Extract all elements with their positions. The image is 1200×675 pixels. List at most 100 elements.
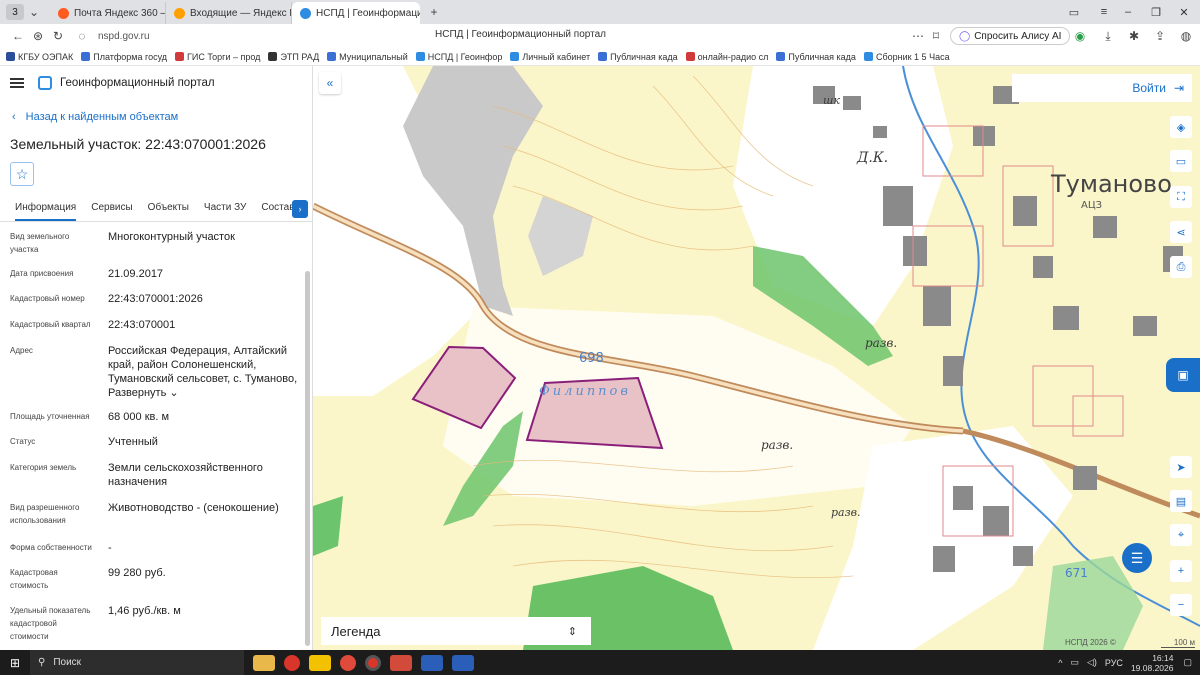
basemap-button[interactable]: ▤ — [1170, 490, 1192, 512]
word-icon[interactable] — [421, 654, 443, 671]
print-button[interactable]: ⎙ — [1170, 256, 1192, 278]
media-icon[interactable] — [390, 654, 412, 671]
download-icon[interactable]: ⤓ — [1098, 29, 1118, 44]
bookmark-item[interactable]: Публичная када — [776, 52, 856, 62]
select-area-button[interactable]: ⛶ — [1170, 186, 1192, 208]
bookmark-item[interactable]: онлайн-радио сл — [685, 52, 768, 62]
clock-time: 16:14 — [1152, 652, 1174, 663]
bookmark-item[interactable]: Муниципальный — [327, 52, 408, 62]
forest-area — [313, 496, 343, 556]
property-value: 22:43:070001 — [108, 319, 176, 331]
tab-services[interactable]: Сервисы — [91, 198, 132, 221]
tab-information[interactable]: Информация — [15, 198, 77, 221]
bookmark-item[interactable]: ЭТП РАД — [268, 52, 319, 62]
windows-start-icon[interactable]: ⊞ — [0, 650, 30, 675]
ask-alice-button[interactable]: ◯ Спросить Алису AI — [950, 27, 1071, 45]
back-to-results-link[interactable]: ‹ Назад к найденным объектам — [12, 111, 178, 123]
bookmark-item[interactable]: КГБУ ОЭПАК — [6, 52, 73, 62]
tabs-next-button[interactable]: › — [292, 200, 308, 218]
bookmark-label: Публичная када — [610, 51, 678, 62]
tab-composition[interactable]: Состав — [261, 198, 294, 221]
network-icon[interactable]: ▭ — [1070, 657, 1079, 668]
layers-button[interactable]: ◈ — [1170, 116, 1192, 138]
ruler-button[interactable]: ▭ — [1170, 150, 1192, 172]
chat-assistant-button[interactable]: ☰ — [1122, 543, 1152, 573]
map-view[interactable]: Туманово АЦЗ Д.К. шк 698 Филиппов разв. … — [313, 66, 1200, 650]
ruler-icon: ▭ — [1175, 155, 1187, 168]
side-panel-button[interactable]: ▣ — [1166, 358, 1200, 392]
bookmark-ribbon-icon[interactable]: ▭ — [1060, 0, 1088, 24]
add-favorite-button[interactable]: ☆ — [10, 162, 34, 186]
protect-icon[interactable]: ◌ — [72, 29, 92, 43]
bookmark-item[interactable]: Личный кабинет — [510, 52, 590, 62]
share-map-button[interactable]: ⋖ — [1170, 221, 1192, 243]
share-icon[interactable]: ⇪ — [1150, 29, 1170, 43]
new-tab-plus-icon[interactable]: + — [424, 5, 444, 19]
taskbar-search[interactable]: ⚲ Поиск — [30, 650, 244, 675]
reload-icon[interactable]: ↻ — [48, 29, 68, 43]
bookmark-label: Платформа госуд — [93, 51, 168, 62]
app-icon[interactable] — [309, 654, 331, 671]
zoom-in-button[interactable]: + — [1170, 560, 1192, 582]
login-button[interactable]: Войти ⇥ — [1012, 74, 1192, 102]
yandex-browser-icon[interactable] — [284, 654, 300, 671]
locate-button[interactable]: ➤ — [1170, 456, 1192, 478]
file-explorer-icon[interactable] — [253, 654, 275, 671]
bookmark-item[interactable]: Сборник 1 5 Часа — [863, 52, 950, 62]
restore-icon[interactable]: ❐ — [1142, 0, 1170, 24]
bookmark-favicon-icon — [6, 52, 15, 61]
browser-tab-mail[interactable]: Почта Яндекс 360 — бесп — [50, 2, 166, 24]
tab-list-chevron-icon[interactable]: ⌄ — [24, 5, 44, 19]
back-link-label: Назад к найденным объектам — [25, 111, 179, 123]
legend-panel[interactable]: Легенда ⇕ — [321, 617, 591, 645]
bookmark-item[interactable]: Платформа госуд — [81, 52, 167, 62]
minimize-icon[interactable]: – — [1114, 0, 1142, 24]
property-value: Животноводство - (сенокошение) — [108, 502, 279, 514]
plus-icon: + — [1177, 565, 1185, 577]
bookmark-favicon-icon — [685, 52, 695, 61]
word-doc-icon[interactable] — [452, 654, 474, 671]
sidebar-scrollbar[interactable] — [305, 271, 310, 646]
property-label: Кадастровая стоимость — [10, 568, 58, 590]
bookmark-item[interactable]: НСПД | Геоинфор — [415, 52, 502, 62]
tab-objects[interactable]: Объекты — [148, 198, 189, 221]
razv-label-1: разв. — [865, 336, 898, 350]
geolocation-button[interactable]: ⌖ — [1170, 524, 1192, 546]
select-area-icon: ⛶ — [1177, 190, 1185, 203]
bookmark-item[interactable]: Публичная када — [598, 52, 678, 62]
notification-icon[interactable]: ▢ — [1183, 657, 1192, 668]
browser-tab-inbox[interactable]: Входящие — Яндекс Почт — [166, 2, 292, 24]
bookmark-item[interactable]: ГИС Торги – прод — [175, 52, 260, 62]
property-label: Кадастровый номер — [10, 294, 85, 303]
browser-tab-nspd[interactable]: НСПД | Геоинформаци ✕ — [292, 2, 420, 24]
tray-chevron-icon[interactable]: ^ — [1058, 658, 1062, 668]
profile-icon[interactable]: ◍ — [1176, 29, 1196, 43]
collapse-sidebar-button[interactable]: « — [319, 72, 341, 94]
chrome-icon[interactable] — [340, 654, 356, 671]
yandex-active-icon[interactable] — [365, 654, 381, 671]
bookmark-favicon-icon — [175, 52, 185, 61]
bookmark-favicon-icon — [81, 52, 91, 61]
url-text[interactable]: nspd.gov.ru — [98, 31, 150, 42]
tab-parts[interactable]: Части ЗУ — [204, 198, 246, 221]
bookmark-icon[interactable]: ⌑ — [926, 29, 946, 43]
clock[interactable]: 16:14 19.08.2026 — [1131, 653, 1174, 673]
map-canvas[interactable] — [313, 66, 1200, 650]
hamburger-menu-icon[interactable] — [10, 78, 24, 88]
more-options-icon[interactable]: ⋯ — [908, 29, 928, 43]
property-value: 68 000 кв. м — [108, 411, 170, 423]
tab-count-badge[interactable]: 3 — [6, 4, 24, 20]
object-sidebar: Геоинформационный портал ‹ Назад к найде… — [0, 66, 313, 650]
copyright-text: НСПД 2026 © — [1065, 638, 1116, 647]
language-indicator[interactable]: РУС — [1105, 658, 1123, 668]
extension-icon[interactable]: ◉ — [1070, 29, 1090, 43]
height-671-label: 671 — [1065, 566, 1088, 580]
razv-label-2: разв. — [761, 438, 794, 452]
puzzle-icon[interactable]: ✱ — [1124, 29, 1144, 43]
back-arrow-icon[interactable]: ← — [8, 29, 28, 43]
close-window-icon[interactable]: ✕ — [1170, 0, 1198, 24]
zoom-out-button[interactable]: − — [1170, 594, 1192, 616]
yandex-shield-icon[interactable]: ⊛ — [28, 29, 48, 43]
expand-address-link[interactable]: Развернуть ⌄ — [108, 386, 298, 400]
volume-icon[interactable]: ◁) — [1087, 657, 1097, 668]
